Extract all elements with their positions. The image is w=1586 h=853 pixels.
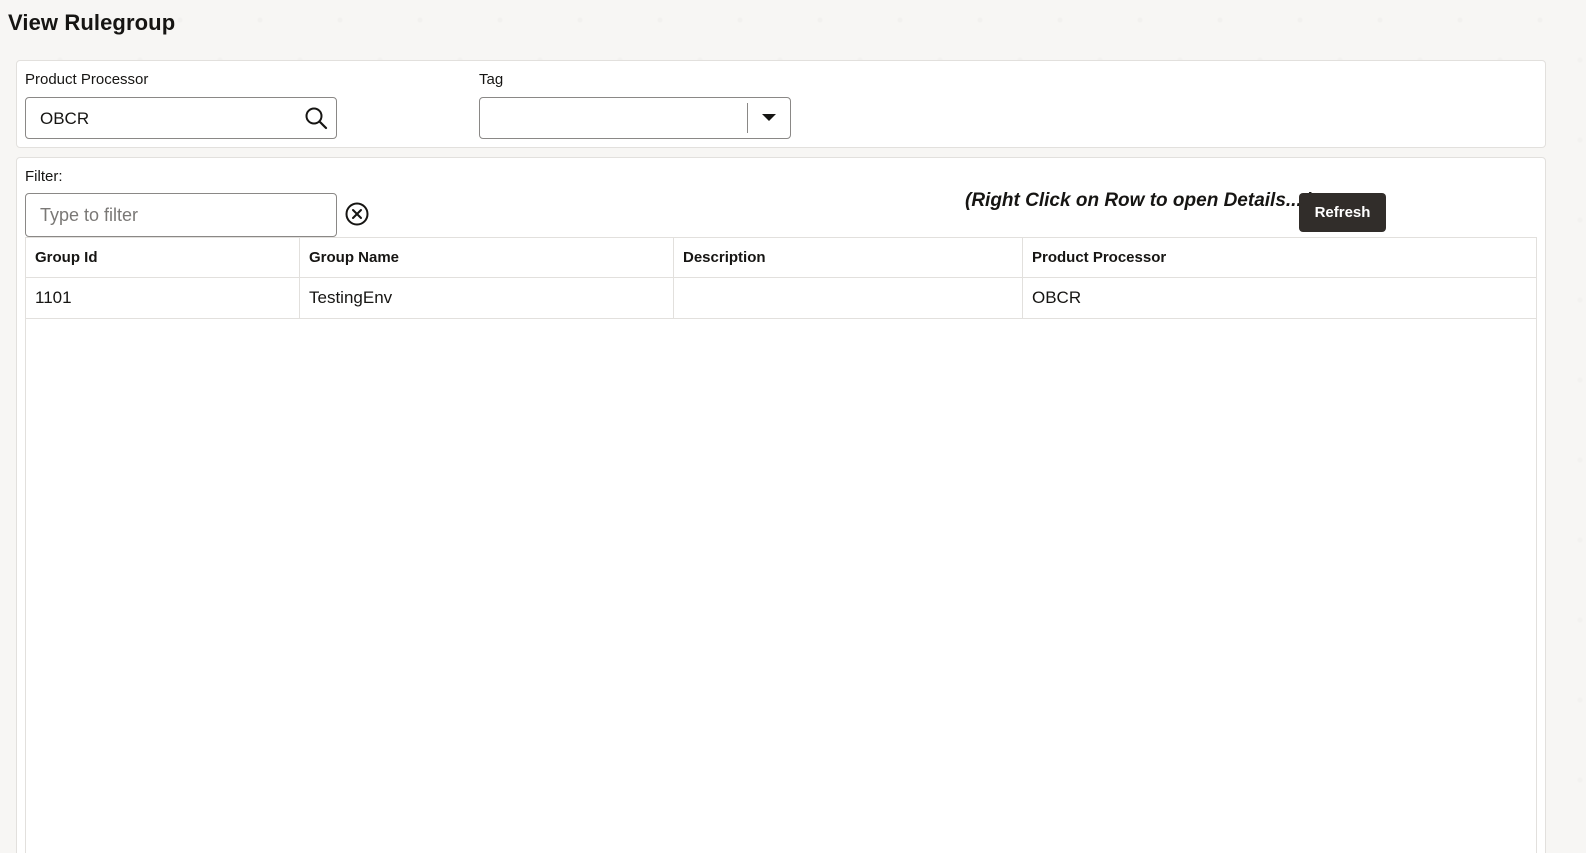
caret-down-icon[interactable]: [762, 114, 776, 121]
page-title: View Rulegroup: [8, 10, 176, 35]
table-header-row: Group Id Group Name Description Product …: [26, 238, 1536, 278]
criteria-panel: Product Processor OBCR Tag: [16, 60, 1546, 148]
cell-group-name: TestingEnv: [300, 278, 674, 318]
filter-label: Filter:: [25, 168, 63, 185]
results-panel: Filter: (Right Click on Row to open Deta…: [16, 157, 1546, 853]
refresh-button[interactable]: Refresh: [1299, 193, 1386, 232]
column-header-group-name[interactable]: Group Name: [300, 238, 674, 277]
product-processor-value: OBCR: [40, 109, 90, 128]
rulegroup-table: Group Id Group Name Description Product …: [25, 237, 1537, 853]
table-row[interactable]: 1101 TestingEnv OBCR: [26, 278, 1536, 319]
select-divider: [747, 103, 748, 133]
column-header-group-id[interactable]: Group Id: [26, 238, 300, 277]
column-header-description[interactable]: Description: [674, 238, 1023, 277]
search-icon[interactable]: [304, 106, 328, 130]
cell-group-id: 1101: [26, 278, 300, 318]
clear-circle-icon[interactable]: [344, 201, 370, 227]
filter-input[interactable]: [25, 193, 337, 237]
tag-select[interactable]: [479, 97, 791, 139]
product-processor-input[interactable]: OBCR: [25, 97, 337, 139]
product-processor-label: Product Processor: [25, 71, 149, 88]
cell-product-processor: OBCR: [1032, 288, 1082, 307]
cell-description: [674, 278, 1023, 318]
row-details-hint: (Right Click on Row to open Details....): [965, 190, 1314, 211]
tag-label: Tag: [479, 71, 504, 88]
column-header-product-processor[interactable]: Product Processor: [1023, 238, 1536, 277]
